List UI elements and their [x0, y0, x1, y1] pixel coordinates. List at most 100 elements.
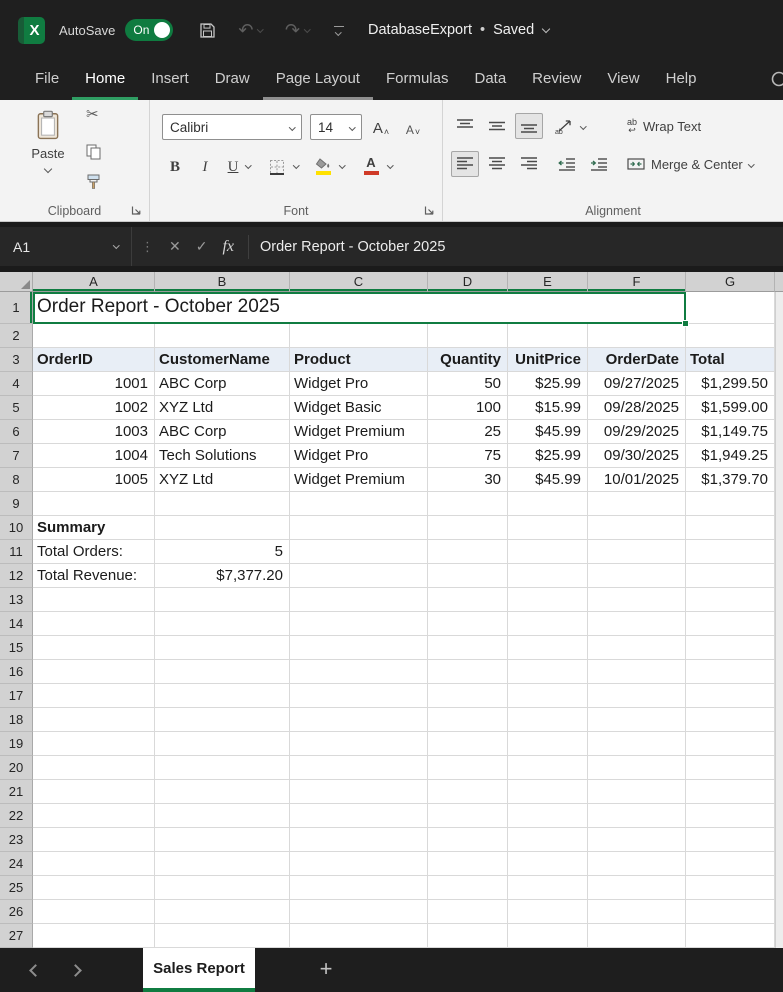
- sheet-tab-sales-report[interactable]: Sales Report: [143, 948, 255, 992]
- row-header-14[interactable]: 14: [0, 612, 33, 636]
- row-header-12[interactable]: 12: [0, 564, 33, 588]
- fill-handle[interactable]: [682, 320, 689, 327]
- cell-A13[interactable]: [33, 588, 155, 612]
- insert-function-button[interactable]: fx: [222, 238, 234, 256]
- menu-tab-page-layout[interactable]: Page Layout: [263, 60, 373, 100]
- cell-F16[interactable]: [588, 660, 686, 684]
- menu-tab-file[interactable]: File: [22, 60, 72, 100]
- row-header-10[interactable]: 10: [0, 516, 33, 540]
- increase-indent-button[interactable]: [585, 151, 613, 177]
- row-header-27[interactable]: 27: [0, 924, 33, 948]
- cell-F15[interactable]: [588, 636, 686, 660]
- row-header-23[interactable]: 23: [0, 828, 33, 852]
- row-header-20[interactable]: 20: [0, 756, 33, 780]
- cell-D27[interactable]: [428, 924, 508, 948]
- cell-C22[interactable]: [290, 804, 428, 828]
- cell-G19[interactable]: [686, 732, 775, 756]
- cell-C3[interactable]: Product: [290, 348, 428, 372]
- cell-D11[interactable]: [428, 540, 508, 564]
- cell-D12[interactable]: [428, 564, 508, 588]
- cell-F27[interactable]: [588, 924, 686, 948]
- row-header-5[interactable]: 5: [0, 396, 33, 420]
- cell-G16[interactable]: [686, 660, 775, 684]
- copy-dropdown-chevron-icon[interactable]: [109, 151, 115, 157]
- menu-tab-formulas[interactable]: Formulas: [373, 60, 462, 100]
- cell-C9[interactable]: [290, 492, 428, 516]
- wrap-text-button[interactable]: ab↩ Wrap Text: [627, 113, 701, 139]
- cell-E9[interactable]: [508, 492, 588, 516]
- cell-A3[interactable]: OrderID: [33, 348, 155, 372]
- column-header-C[interactable]: C: [290, 272, 428, 292]
- autosave-toggle[interactable]: On: [125, 19, 173, 41]
- cell-D26[interactable]: [428, 900, 508, 924]
- cell-B15[interactable]: [155, 636, 290, 660]
- cell-E8[interactable]: $45.99: [508, 468, 588, 492]
- cell-G21[interactable]: [686, 780, 775, 804]
- clipboard-dialog-launcher[interactable]: [131, 205, 142, 216]
- cell-G5[interactable]: $1,599.00: [686, 396, 775, 420]
- row-header-9[interactable]: 9: [0, 492, 33, 516]
- cell-C2[interactable]: [290, 324, 428, 348]
- cell-A12[interactable]: Total Revenue:: [33, 564, 155, 588]
- cell-A10[interactable]: Summary: [33, 516, 155, 540]
- borders-dropdown-chevron-icon[interactable]: [290, 152, 302, 178]
- cell-A14[interactable]: [33, 612, 155, 636]
- cell-F8[interactable]: 10/01/2025: [588, 468, 686, 492]
- cell-D25[interactable]: [428, 876, 508, 900]
- cell-D10[interactable]: [428, 516, 508, 540]
- cell-A26[interactable]: [33, 900, 155, 924]
- menu-tab-insert[interactable]: Insert: [138, 60, 202, 100]
- cell-C8[interactable]: Widget Premium: [290, 468, 428, 492]
- cell-A24[interactable]: [33, 852, 155, 876]
- cell-A18[interactable]: [33, 708, 155, 732]
- row-header-19[interactable]: 19: [0, 732, 33, 756]
- cell-G27[interactable]: [686, 924, 775, 948]
- cell-B5[interactable]: XYZ Ltd: [155, 396, 290, 420]
- cell-F10[interactable]: [588, 516, 686, 540]
- cell-B9[interactable]: [155, 492, 290, 516]
- row-header-26[interactable]: 26: [0, 900, 33, 924]
- cell-G10[interactable]: [686, 516, 775, 540]
- cell-F11[interactable]: [588, 540, 686, 564]
- redo-button[interactable]: ↷: [285, 21, 310, 39]
- center-button[interactable]: [483, 151, 511, 177]
- orientation-dropdown-chevron-icon[interactable]: [577, 113, 589, 139]
- search-icon[interactable]: [770, 70, 783, 92]
- cell-E24[interactable]: [508, 852, 588, 876]
- cell-F9[interactable]: [588, 492, 686, 516]
- cell-A19[interactable]: [33, 732, 155, 756]
- cell-B18[interactable]: [155, 708, 290, 732]
- cell-B19[interactable]: [155, 732, 290, 756]
- fill-color-dropdown-chevron-icon[interactable]: [336, 152, 348, 178]
- cell-C5[interactable]: Widget Basic: [290, 396, 428, 420]
- row-header-2[interactable]: 2: [0, 324, 33, 348]
- bold-button[interactable]: B: [164, 152, 186, 178]
- cell-F17[interactable]: [588, 684, 686, 708]
- cell-E6[interactable]: $45.99: [508, 420, 588, 444]
- cell-B6[interactable]: ABC Corp: [155, 420, 290, 444]
- row-header-1[interactable]: 1: [0, 292, 33, 324]
- cell-G25[interactable]: [686, 876, 775, 900]
- cell-C11[interactable]: [290, 540, 428, 564]
- cell-C25[interactable]: [290, 876, 428, 900]
- cell-F4[interactable]: 09/27/2025: [588, 372, 686, 396]
- cell-A20[interactable]: [33, 756, 155, 780]
- column-header-E[interactable]: E: [508, 272, 588, 292]
- cell-E11[interactable]: [508, 540, 588, 564]
- row-header-8[interactable]: 8: [0, 468, 33, 492]
- orientation-button[interactable]: ab: [553, 113, 577, 139]
- column-header-A[interactable]: A: [33, 272, 155, 292]
- cell-E5[interactable]: $15.99: [508, 396, 588, 420]
- cell-E25[interactable]: [508, 876, 588, 900]
- cell-A1[interactable]: Order Report - October 2025: [33, 292, 686, 324]
- row-header-15[interactable]: 15: [0, 636, 33, 660]
- cell-A21[interactable]: [33, 780, 155, 804]
- cell-E22[interactable]: [508, 804, 588, 828]
- merge-center-button[interactable]: Merge & Center: [627, 151, 753, 177]
- decrease-font-size-button[interactable]: A˅: [402, 114, 424, 140]
- menu-tab-data[interactable]: Data: [461, 60, 519, 100]
- cell-D2[interactable]: [428, 324, 508, 348]
- cell-A25[interactable]: [33, 876, 155, 900]
- cell-E23[interactable]: [508, 828, 588, 852]
- cell-E17[interactable]: [508, 684, 588, 708]
